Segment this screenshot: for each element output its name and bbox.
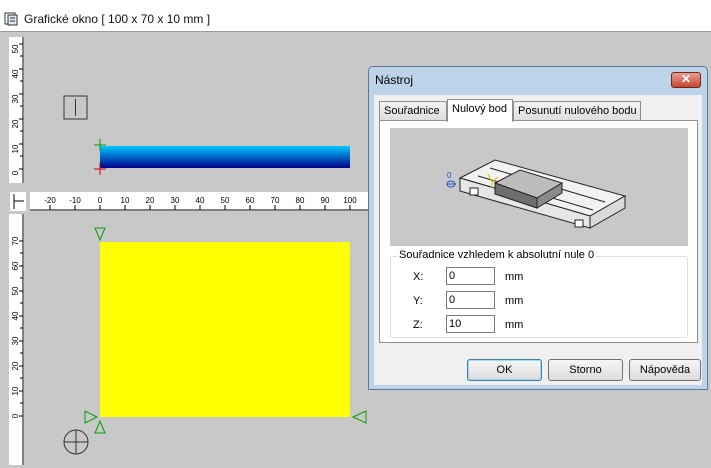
- tab-zero-point-shift[interactable]: Posunutí nulového bodu: [513, 101, 641, 120]
- y-label: Y:: [413, 295, 423, 307]
- x-coordinate-field[interactable]: [446, 267, 495, 285]
- dialog-body: Souřadnice Nulový bod Posunutí nulového …: [374, 95, 702, 385]
- tab-zero-point[interactable]: Nulový bod: [447, 99, 513, 122]
- tool-dialog: Nástroj ✕ Souřadnice Nulový bod Posunutí…: [368, 66, 708, 390]
- cancel-button[interactable]: Storno: [548, 359, 623, 381]
- y-coordinate-field[interactable]: [446, 291, 495, 309]
- x-unit: mm: [505, 271, 524, 283]
- absolute-coordinates-group: Souřadnice vzhledem k absolutní nule 0 X…: [390, 249, 688, 338]
- fixture-preview: 0: [390, 128, 688, 246]
- ok-button[interactable]: OK: [467, 359, 542, 381]
- zero-point-label: 0: [447, 171, 452, 180]
- dialog-title: Nástroj: [375, 73, 414, 87]
- z-coordinate-field[interactable]: [446, 315, 495, 333]
- tab-coordinates[interactable]: Souřadnice: [379, 101, 447, 120]
- fixture-preview-image: 0: [446, 159, 627, 229]
- workpiece-top-view: [100, 242, 350, 417]
- z-unit: mm: [505, 319, 524, 331]
- help-button[interactable]: Nápověda: [629, 359, 701, 381]
- dimension-marker-icon: [351, 410, 367, 424]
- group-label: Souřadnice vzhledem k absolutní nule 0: [397, 249, 597, 261]
- tab-panel-zero-point: 0 Souřadnice vzhledem k absolutní nule 0…: [379, 120, 698, 343]
- dimension-marker-icon: [94, 419, 106, 434]
- dimension-marker-icon: [84, 410, 99, 424]
- close-button[interactable]: ✕: [671, 72, 701, 88]
- close-icon: ✕: [680, 72, 692, 86]
- dimension-marker-icon: [94, 227, 106, 242]
- crosshair-icon[interactable]: [63, 429, 89, 455]
- side-view-icon: [63, 95, 88, 120]
- z-label: Z:: [413, 319, 423, 331]
- workpiece-side-view: [100, 146, 350, 168]
- y-unit: mm: [505, 295, 524, 307]
- x-label: X:: [413, 271, 424, 283]
